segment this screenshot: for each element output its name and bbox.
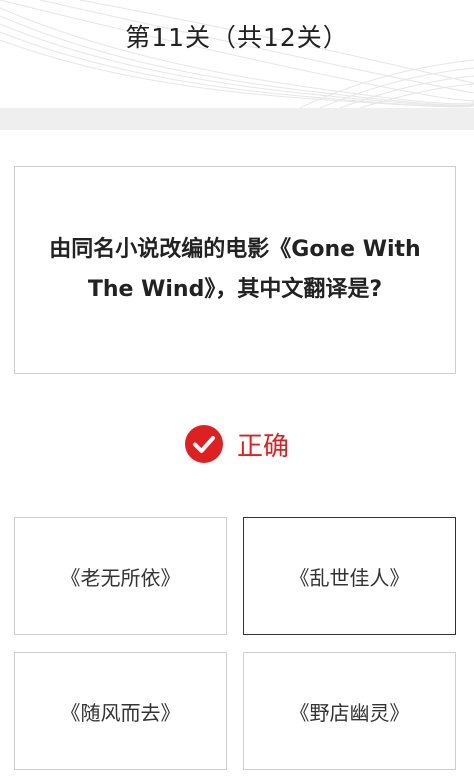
level-title: 第11关（共12关） xyxy=(125,23,349,52)
option-button-selected[interactable]: 《乱世佳人》 xyxy=(243,517,456,635)
header-wave-pattern xyxy=(0,0,474,108)
header-divider-band xyxy=(0,108,474,130)
result-text: 正确 xyxy=(236,431,289,462)
option-button[interactable]: 《野店幽灵》 xyxy=(243,652,456,770)
answer-result: 正确 xyxy=(0,420,474,468)
option-button[interactable]: 《随风而去》 xyxy=(14,652,227,770)
option-button[interactable]: 《老无所依》 xyxy=(14,517,227,635)
header: 第11关（共12关） xyxy=(0,0,474,108)
check-circle-icon xyxy=(184,425,223,463)
question-card: 由同名小说改编的电影《Gone With The Wind》，其中文翻译是? xyxy=(14,166,456,374)
question-text: 由同名小说改编的电影《Gone With The Wind》，其中文翻译是? xyxy=(49,237,421,302)
quiz-page: 第11关（共12关） 由同名小说改编的电影《Gone With The Wind… xyxy=(0,0,474,782)
